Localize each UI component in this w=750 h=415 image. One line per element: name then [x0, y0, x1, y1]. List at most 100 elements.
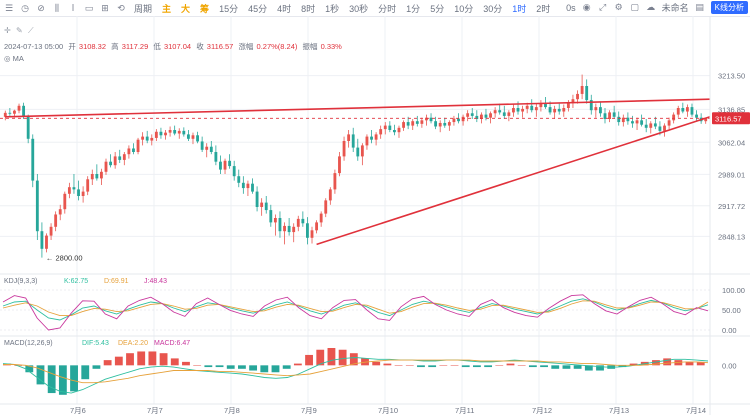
study-button[interactable]: 大 [179, 2, 192, 15]
timeframe-11[interactable]: 30分 [481, 2, 504, 15]
ma-indicator[interactable]: ◎ MA [4, 54, 24, 63]
candle-body [159, 131, 163, 136]
candle-body [585, 86, 589, 101]
menu-icon[interactable]: ☰ [4, 3, 14, 13]
chart-grid [0, 16, 710, 404]
window-icon[interactable]: ▢ [630, 2, 640, 13]
candle-icon[interactable]: ⅼ [68, 3, 78, 13]
timeframe-1[interactable]: 15分 [217, 2, 240, 15]
candle-body [296, 218, 300, 227]
rectangle-icon[interactable]: ▭ [84, 3, 94, 13]
timeframe-5[interactable]: 1秒 [323, 2, 341, 15]
candle-body [603, 113, 607, 119]
candle-body [186, 134, 190, 139]
stop-icon[interactable]: ⊘ [36, 3, 46, 13]
time-axis: 7月67月77月87月97月107月117月127月137月147月15 [0, 403, 750, 415]
candle-body [196, 135, 199, 142]
candle-body [420, 120, 424, 124]
open-value: 3108.32 [79, 42, 106, 51]
candle-body [370, 136, 373, 140]
study-button[interactable]: 主 [160, 2, 173, 15]
macd-histogram-bar [663, 358, 672, 366]
candle-body [63, 193, 67, 210]
macd-label: MACD(12,26,9) [4, 340, 53, 347]
price-chart[interactable]: ✛ ✎ ⟋ 2024-07-13 05:00 开 3108.32 高 3117.… [0, 16, 750, 415]
timeframe-4[interactable]: 8时 [299, 2, 317, 15]
timeframe-10[interactable]: 10分 [452, 2, 475, 15]
clock-icon[interactable]: ◷ [20, 3, 30, 13]
timeframe-0[interactable]: 周期 [132, 2, 154, 15]
macd-histogram-bar [372, 361, 381, 366]
candle-body [507, 112, 511, 116]
macd-histogram-bar [450, 365, 459, 366]
timeframe-12[interactable]: 1时 [510, 2, 528, 15]
candle-body [260, 202, 264, 207]
candle-body [26, 116, 30, 139]
candle-body [452, 118, 456, 123]
current-price-text: 3116.57 [715, 114, 742, 123]
fullscreen-icon[interactable]: ⤢ [598, 2, 608, 13]
layout-icon[interactable]: ▤ [695, 2, 705, 13]
drawing-tools: ✛ ✎ ⟋ [4, 26, 34, 35]
kdj-value: K:62.75 [64, 278, 88, 285]
time-tick-label: 7月11 [455, 406, 474, 415]
crosshair-icon[interactable]: ✛ [4, 26, 11, 35]
bar-chart-icon[interactable]: ⫼ [52, 3, 62, 13]
camera-icon[interactable]: ◉ [582, 2, 592, 13]
layout-name[interactable]: 未命名 [662, 1, 689, 14]
candle-body [301, 218, 305, 224]
candle-body [191, 135, 195, 139]
macd-histogram-bar [573, 365, 582, 369]
toolbar-left: ☰ ◷ ⊘ ⫼ ⅼ ▭ ⊞ ⟲ 周期主大筹 15分 45分 4时 8时 1秒 30秒 分时 1分… [0, 2, 552, 15]
candle-body [470, 113, 474, 116]
settings-icon[interactable]: ⚙ [614, 2, 624, 13]
macd-histogram-bar [405, 365, 414, 366]
replay-icon[interactable]: ⟲ [116, 3, 126, 13]
macd-histogram-bar [271, 365, 280, 373]
candle-body [31, 138, 35, 181]
candle-body [264, 202, 268, 211]
candle-body [553, 108, 557, 113]
candle-body [383, 125, 387, 130]
timeframe-8[interactable]: 1分 [404, 2, 422, 15]
cloud-icon[interactable]: ☁ [646, 2, 656, 13]
low-annotation: ← 2800.00 [46, 254, 83, 263]
timeframe-7[interactable]: 分时 [376, 2, 398, 15]
eye-icon[interactable]: ◎ [4, 54, 13, 63]
candle-body [118, 156, 122, 160]
candle-body [241, 182, 245, 189]
timeframe-6[interactable]: 30秒 [347, 2, 370, 15]
timeframe-3[interactable]: 4时 [275, 2, 293, 15]
pencil-icon[interactable]: ✎ [16, 26, 23, 35]
candle-body [617, 116, 621, 123]
grid-icon[interactable]: ⊞ [100, 3, 110, 13]
kline-analysis-button[interactable]: K线分析 [710, 1, 748, 14]
candle-body [237, 176, 241, 183]
price-axis: 3213.503136.853062.042989.012917.722848.… [709, 16, 750, 415]
study-button[interactable]: 筹 [198, 2, 211, 15]
candle-body [95, 174, 99, 179]
macd-histogram-bar [70, 365, 78, 392]
macd-histogram-bar [182, 361, 190, 366]
candle-body [255, 191, 259, 207]
trend-tool-icon[interactable]: ⟋ [28, 26, 34, 35]
candle-body [54, 214, 58, 227]
info-datetime: 2024-07-13 05:00 [4, 42, 63, 51]
timeframe-13[interactable]: 2时 [534, 2, 552, 15]
macd-histogram-bar [81, 365, 90, 380]
timeframe-2[interactable]: 45分 [246, 2, 269, 15]
macd-histogram-bar [327, 348, 336, 366]
amplitude-value: 0.33% [321, 42, 343, 51]
price-tick-label: 3062.04 [718, 138, 745, 147]
candle-body [434, 121, 438, 127]
candle-body [205, 146, 209, 150]
candle-body [306, 223, 309, 238]
candle-body [8, 112, 12, 114]
candle-body [360, 145, 364, 157]
candle-body [676, 108, 680, 115]
timeframe-9[interactable]: 5分 [428, 2, 446, 15]
macd-histogram-bar [92, 365, 101, 369]
candle-body [457, 118, 460, 122]
candle-body [356, 147, 360, 157]
replay-speed[interactable]: 0s [566, 3, 576, 13]
